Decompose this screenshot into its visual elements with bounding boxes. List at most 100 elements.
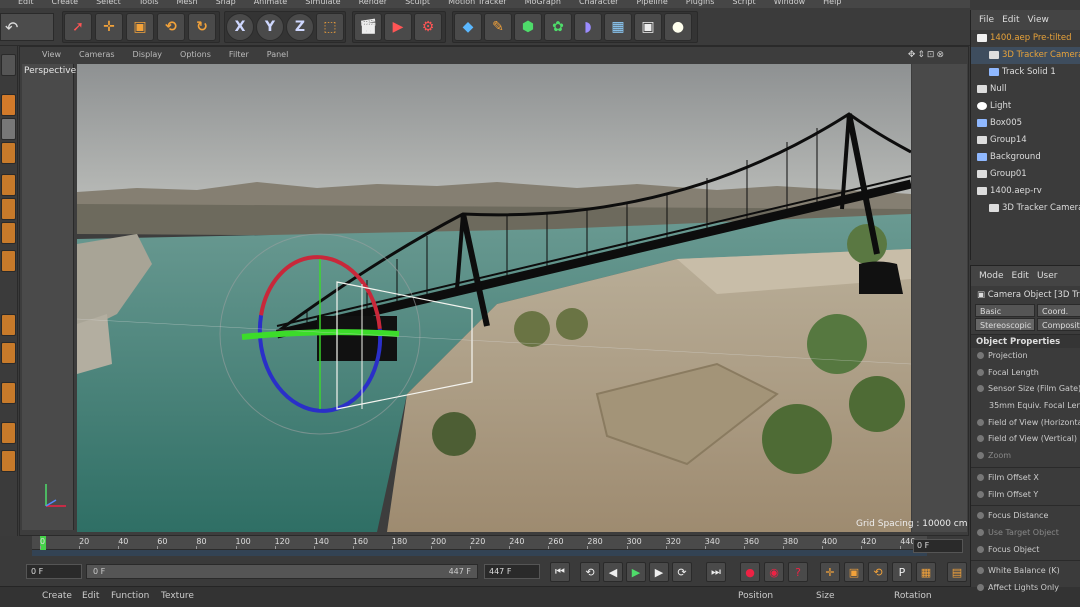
keyframe-selection-button[interactable]: ? [788, 562, 808, 582]
menu-tools[interactable]: Tools [139, 0, 159, 6]
tab-coord[interactable]: Coord. [1037, 304, 1080, 317]
attribute-row[interactable]: Field of View (Horizontal) [971, 415, 1080, 432]
recent-tool-button[interactable]: ↻ [188, 13, 216, 41]
viewport-menu-view[interactable]: View [42, 48, 61, 62]
menu-window[interactable]: Window [774, 0, 806, 6]
record-parameter-button[interactable]: P [892, 562, 912, 582]
live-selection-button[interactable]: ➚ [64, 13, 92, 41]
am-menu-edit[interactable]: Edit [1012, 271, 1029, 281]
points-mode-button[interactable] [1, 174, 16, 196]
record-pla-button[interactable]: ▦ [916, 562, 936, 582]
menu-script[interactable]: Script [732, 0, 755, 6]
scheme-button[interactable]: ▤ [947, 562, 967, 582]
material-menu-function[interactable]: Function [111, 591, 149, 601]
attribute-row[interactable]: Sensor Size (Film Gate) [971, 381, 1080, 398]
record-position-button[interactable]: ✛ [820, 562, 840, 582]
menu-render[interactable]: Render [359, 0, 387, 6]
menu-snap[interactable]: Snap [216, 0, 236, 6]
animate-dot-icon[interactable] [977, 385, 984, 393]
coordinate-system-button[interactable]: ⬚ [316, 13, 344, 41]
menu-character[interactable]: Character [579, 0, 619, 6]
magnet-button[interactable] [1, 382, 16, 404]
viewport-menu-cameras[interactable]: Cameras [79, 48, 115, 62]
previous-frame-button[interactable]: ◀ [603, 562, 623, 582]
menu-select[interactable]: Select [96, 0, 121, 6]
viewport-menu-options[interactable]: Options [180, 48, 211, 62]
material-menu-create[interactable]: Create [42, 591, 72, 601]
animate-dot-icon[interactable] [977, 567, 984, 575]
go-to-start-button[interactable]: ⏮ [550, 562, 570, 582]
scale-button[interactable]: ▣ [126, 13, 154, 41]
viewport-menu-display[interactable]: Display [133, 48, 163, 62]
om-menu-file[interactable]: File [979, 15, 994, 25]
attribute-row[interactable]: Focus Object [971, 542, 1080, 559]
record-active-objects-button[interactable]: ● [740, 562, 760, 582]
move-button[interactable]: ✛ [95, 13, 123, 41]
object-row[interactable]: Background [971, 149, 1080, 166]
viewport-menu-panel[interactable]: Panel [267, 48, 289, 62]
menu-create[interactable]: Create [52, 0, 79, 6]
attribute-row[interactable]: Projection [971, 348, 1080, 365]
menu-plugins[interactable]: Plugins [686, 0, 715, 6]
attribute-row[interactable]: Focal Length [971, 365, 1080, 382]
object-row[interactable]: Track Solid 1 [971, 64, 1080, 81]
menu-pipeline[interactable]: Pipeline [636, 0, 667, 6]
material-menu-texture[interactable]: Texture [161, 591, 194, 601]
timeline-end-field[interactable]: 0 F [913, 539, 963, 553]
undo-button[interactable]: ↶ [0, 13, 54, 41]
attribute-row[interactable]: Film Offset Y [971, 487, 1080, 504]
y-axis-button[interactable]: Y [256, 13, 284, 41]
preview-range-slider[interactable]: 0 F 447 F [86, 564, 478, 579]
lock-workplane-button[interactable] [1, 422, 16, 444]
menu-simulate[interactable]: Simulate [305, 0, 340, 6]
texture-mode-button[interactable] [1, 118, 16, 140]
menu-motion-tracker[interactable]: Motion Tracker [448, 0, 507, 6]
animate-dot-icon[interactable] [977, 452, 984, 460]
timeline-ruler[interactable]: 0 20 40 60 80 100 120 140 160 180 200 220 240 260 280 3… [32, 536, 927, 550]
viewport-menu-filter[interactable]: Filter [229, 48, 249, 62]
previous-key-button[interactable]: ⟲ [580, 562, 600, 582]
am-menu-mode[interactable]: Mode [979, 271, 1004, 281]
max-frame-field[interactable]: 447 F [484, 564, 540, 579]
timeline[interactable]: 0 20 40 60 80 100 120 140 160 180 200 220 240 260 280 3… [22, 536, 967, 558]
cube-button[interactable]: ◆ [454, 13, 482, 41]
object-row[interactable]: Box005 [971, 115, 1080, 132]
menu-edit[interactable]: Edit [18, 0, 34, 6]
object-row[interactable]: 3D Tracker Camera [971, 47, 1080, 64]
animate-dot-icon[interactable] [977, 368, 984, 376]
animate-dot-icon[interactable] [977, 583, 984, 591]
current-frame-field[interactable]: 0 F [26, 564, 82, 579]
menu-mesh[interactable]: Mesh [177, 0, 198, 6]
object-row[interactable]: 3D Tracker Camera [971, 200, 1080, 217]
animate-dot-icon[interactable] [977, 512, 984, 520]
grid-toggle-button[interactable] [1, 450, 16, 472]
object-row[interactable]: Light [971, 98, 1080, 115]
tab-composition[interactable]: Composition [1037, 318, 1080, 331]
make-editable-button[interactable] [1, 54, 16, 76]
menu-sculpt[interactable]: Sculpt [405, 0, 430, 6]
menu-animate[interactable]: Animate [254, 0, 288, 6]
rotate-button[interactable]: ⟲ [157, 13, 185, 41]
object-row[interactable]: 1400.aep-rv [971, 183, 1080, 200]
tab-stereoscopic[interactable]: Stereoscopic [975, 318, 1035, 331]
light-button[interactable]: ● [664, 13, 692, 41]
object-row[interactable]: Null [971, 81, 1080, 98]
next-key-button[interactable]: ⟳ [672, 562, 692, 582]
tweak-mode-button[interactable] [1, 314, 16, 336]
array-button[interactable]: ✿ [544, 13, 572, 41]
go-to-end-button[interactable]: ⏭ [706, 562, 726, 582]
attribute-row[interactable]: Zoom [971, 448, 1080, 465]
om-menu-edit[interactable]: Edit [1002, 15, 1019, 25]
record-scale-button[interactable]: ▣ [844, 562, 864, 582]
record-rotation-button[interactable]: ⟲ [868, 562, 888, 582]
polygons-mode-button[interactable] [1, 222, 16, 244]
attribute-row[interactable]: Film Offset X [971, 470, 1080, 487]
subdivision-button[interactable]: ⬢ [514, 13, 542, 41]
object-row[interactable]: 1400.aep Pre-tilted [971, 30, 1080, 47]
play-button[interactable]: ▶ [626, 562, 646, 582]
attribute-row[interactable]: Field of View (Vertical) [971, 431, 1080, 448]
camera-button[interactable]: ▣ [634, 13, 662, 41]
animate-dot-icon[interactable] [977, 490, 984, 498]
animate-dot-icon[interactable] [977, 473, 984, 481]
snap-button[interactable] [1, 342, 16, 364]
